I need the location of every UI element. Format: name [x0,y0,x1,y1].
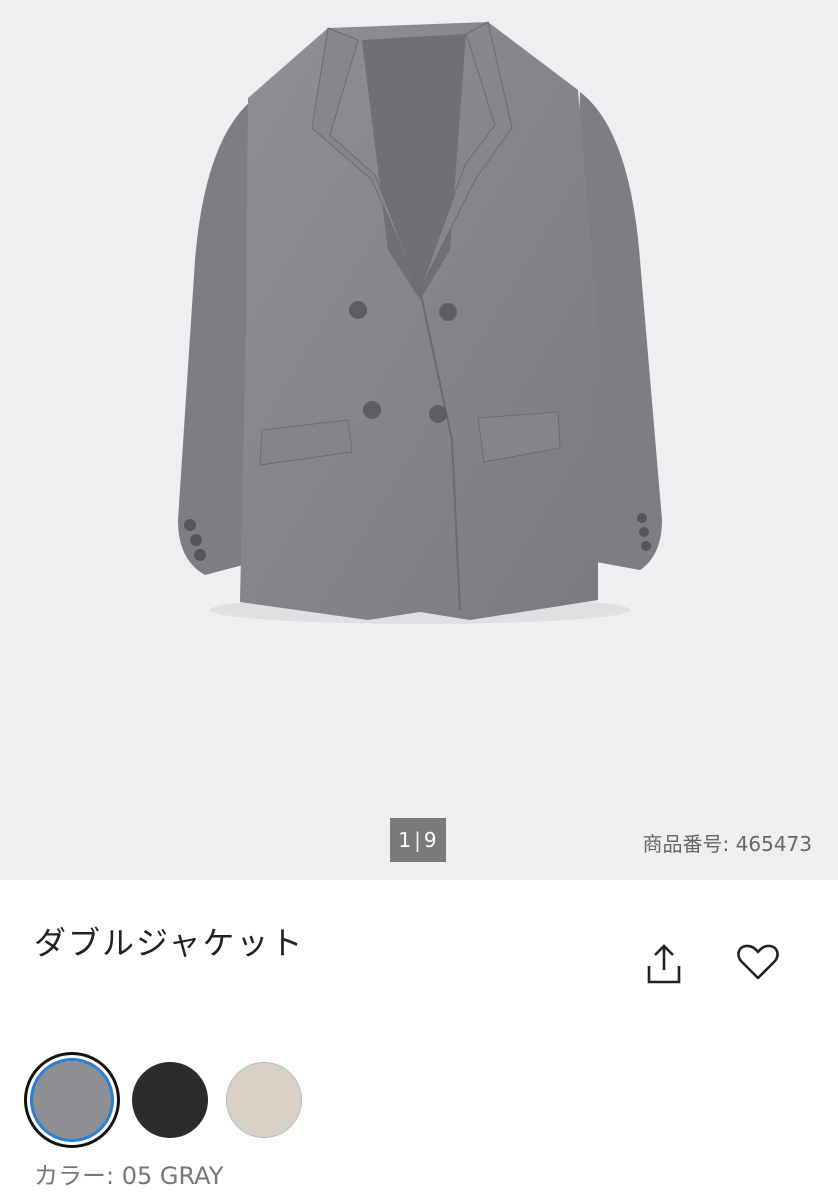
color-swatch-beige[interactable] [226,1062,302,1138]
pager-current: 1 [398,828,413,852]
swatch-fill [132,1062,208,1138]
heart-icon [737,944,779,980]
image-pager: 1 | 9 [390,818,446,862]
share-icon [647,944,681,984]
share-button[interactable] [640,940,688,988]
pager-separator: | [414,828,422,852]
product-number: 商品番号: 465473 [642,832,812,856]
pager-total: 9 [423,828,438,852]
product-image-gallery[interactable]: 1 | 9 商品番号: 465473 [0,0,838,880]
product-title: ダブルジャケット [34,924,305,962]
product-image [178,21,662,624]
color-swatch-gray[interactable] [24,1052,120,1148]
color-swatch-black[interactable] [132,1062,208,1138]
swatch-fill [226,1062,302,1138]
favorite-button[interactable] [734,938,782,986]
swatch-fill [32,1060,112,1140]
color-swatches [24,1052,320,1148]
selected-color-label: カラー: 05 GRAY [34,1162,224,1190]
